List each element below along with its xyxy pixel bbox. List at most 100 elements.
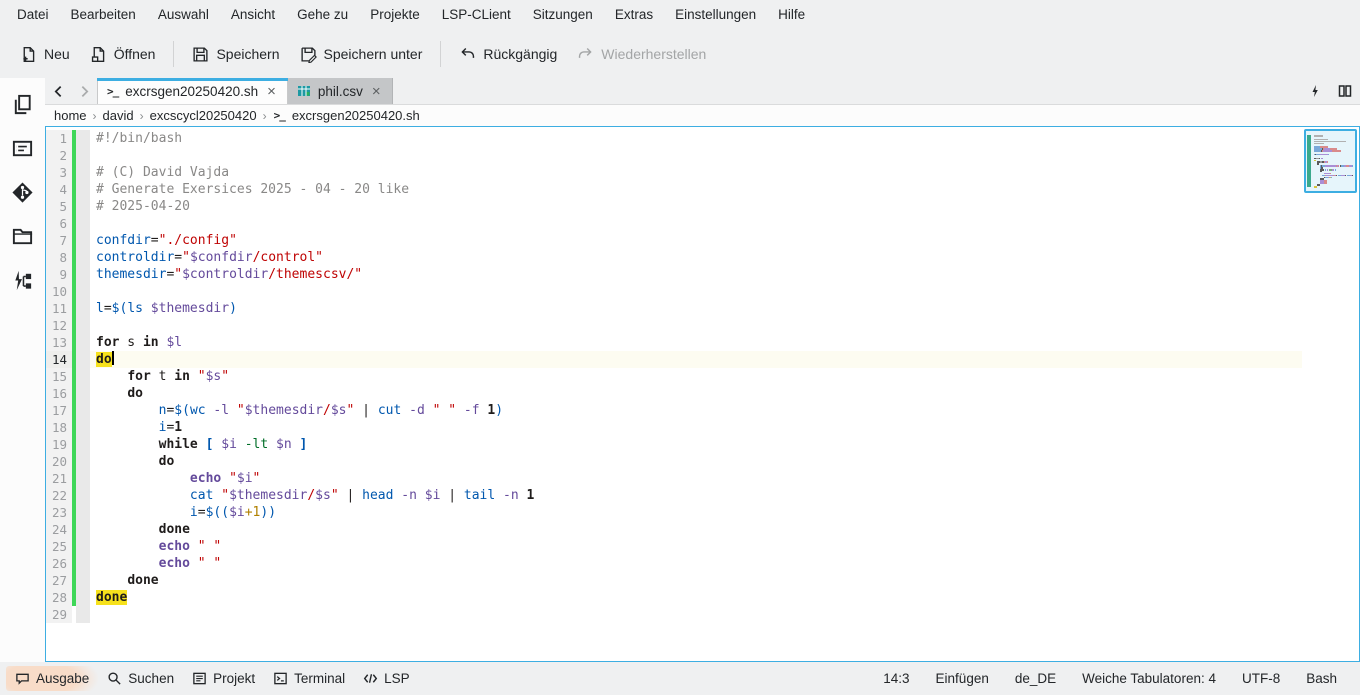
chevron-left-icon (52, 85, 65, 98)
line-number: 6 (46, 215, 72, 232)
line-number: 23 (46, 504, 72, 521)
minimap-modified-bar (1307, 135, 1311, 187)
new-button[interactable]: Neu (10, 40, 80, 69)
status-tab-mode[interactable]: Weiche Tabulatoren: 4 (1069, 671, 1229, 686)
status-cursor-position[interactable]: 14:3 (870, 671, 922, 686)
menu-item-hilfe[interactable]: Hilfe (767, 0, 816, 30)
status-insert-mode[interactable]: Einfügen (923, 671, 1002, 686)
symbols-icon (11, 269, 34, 292)
code-text: for t in "$s" (90, 368, 1302, 385)
tool-button-projekt[interactable]: Projekt (183, 666, 264, 691)
code-line: 29 (46, 606, 1302, 623)
breadcrumb-item-excscycl20250420[interactable]: excscycl20250420 (145, 108, 262, 123)
code-text: i=1 (90, 419, 1302, 436)
menu-item-einstellungen[interactable]: Einstellungen (664, 0, 767, 30)
git-sidebar-button[interactable] (6, 175, 40, 209)
tool-button-lsp[interactable]: LSP (354, 666, 419, 691)
line-number: 26 (46, 555, 72, 572)
menu-item-lsp-client[interactable]: LSP-CLient (431, 0, 522, 30)
toolbar-separator (440, 41, 441, 67)
code-text: done (90, 521, 1302, 538)
tool-button-ausgabe[interactable]: Ausgabe (6, 666, 98, 691)
symbols-sidebar-button[interactable] (6, 263, 40, 297)
code-area[interactable]: 1#!/bin/bash23# (C) David Vajda4# Genera… (46, 127, 1302, 661)
breadcrumb-item-home[interactable]: home (49, 108, 92, 123)
fold-column (76, 504, 90, 521)
quick-open-button[interactable] (1300, 78, 1330, 104)
tab-close-icon[interactable]: × (370, 84, 383, 99)
line-number: 3 (46, 164, 72, 181)
minimap-scrollbar[interactable] (1302, 127, 1359, 661)
line-number: 13 (46, 334, 72, 351)
file-list-sidebar-button[interactable] (6, 131, 40, 165)
filesystem-sidebar-button[interactable] (6, 219, 40, 253)
code-text: # Generate Exersices 2025 - 04 - 20 like (90, 181, 1302, 198)
code-line: 25 echo " " (46, 538, 1302, 555)
fold-column (76, 266, 90, 283)
split-view-icon (1338, 84, 1352, 98)
history-forward-button[interactable] (71, 78, 97, 104)
editor-view[interactable]: 1#!/bin/bash23# (C) David Vajda4# Genera… (45, 126, 1360, 662)
fold-column (76, 402, 90, 419)
menu-bar: DateiBearbeitenAuswahlAnsichtGehe zuProj… (0, 0, 1360, 30)
status-encoding[interactable]: UTF-8 (1229, 671, 1293, 686)
code-text: controldir="$confdir/control" (90, 249, 1302, 266)
lightning-icon (1308, 84, 1322, 98)
line-number: 18 (46, 419, 72, 436)
code-text (90, 283, 1302, 300)
fold-column (76, 436, 90, 453)
tab-label: excrsgen20250420.sh (125, 84, 258, 99)
save-button-label: Speichern (216, 46, 279, 62)
menu-item-datei[interactable]: Datei (6, 0, 60, 30)
tab-bar: >_excrsgen20250420.sh×phil.csv× (45, 78, 1360, 105)
line-number: 22 (46, 487, 72, 504)
fold-column (76, 419, 90, 436)
line-number: 4 (46, 181, 72, 198)
menu-item-extras[interactable]: Extras (604, 0, 664, 30)
history-back-button[interactable] (45, 78, 71, 104)
fold-column (76, 232, 90, 249)
save-button[interactable]: Speichern (182, 40, 289, 69)
fold-column (76, 487, 90, 504)
split-view-button[interactable] (1330, 78, 1360, 104)
menu-item-bearbeiten[interactable]: Bearbeiten (60, 0, 147, 30)
save-as-button[interactable]: Speichern unter (290, 40, 433, 69)
menu-item-ansicht[interactable]: Ansicht (220, 0, 286, 30)
menu-item-gehe-zu[interactable]: Gehe zu (286, 0, 359, 30)
fold-column (76, 606, 90, 623)
menu-item-sitzungen[interactable]: Sitzungen (522, 0, 604, 30)
documents-sidebar-button[interactable] (6, 87, 40, 121)
code-line: 10 (46, 283, 1302, 300)
code-line: 24 done (46, 521, 1302, 538)
tool-button-terminal[interactable]: Terminal (264, 666, 354, 691)
new-button-label: Neu (44, 46, 70, 62)
code-text (90, 317, 1302, 334)
undo-icon (459, 46, 476, 63)
open-button-label: Öffnen (114, 46, 156, 62)
menu-item-projekte[interactable]: Projekte (359, 0, 431, 30)
toolbar-separator (173, 41, 174, 67)
code-line: 22 cat "$themesdir/$s" | head -n $i | ta… (46, 487, 1302, 504)
file-list-icon (11, 137, 34, 160)
code-line: 18 i=1 (46, 419, 1302, 436)
open-button[interactable]: Öffnen (80, 40, 166, 69)
status-syntax-mode[interactable]: Bash (1293, 671, 1350, 686)
save-icon (192, 46, 209, 63)
menu-item-auswahl[interactable]: Auswahl (147, 0, 220, 30)
tab-excrsgen20250420.sh[interactable]: >_excrsgen20250420.sh× (97, 78, 288, 104)
breadcrumb-item-file[interactable]: excrsgen20250420.sh (287, 108, 425, 123)
tool-button-label: LSP (384, 671, 410, 686)
undo-button[interactable]: Rückgängig (449, 40, 567, 69)
status-bar: AusgabeSuchenProjektTerminal LSP 14:3Einf… (0, 662, 1360, 695)
tool-button-suchen[interactable]: Suchen (98, 666, 183, 691)
code-line: 4 # Generate Exersices 2025 - 04 - 20 lik… (46, 181, 1302, 198)
line-number: 15 (46, 368, 72, 385)
code-text: #!/bin/bash (90, 130, 1302, 147)
breadcrumb-item-david[interactable]: david (98, 108, 139, 123)
folder-icon (11, 225, 34, 248)
code-line: 14do (46, 351, 1302, 368)
line-number: 14 (46, 351, 72, 368)
tab-close-icon[interactable]: × (265, 84, 278, 99)
status-dictionary[interactable]: de_DE (1002, 671, 1069, 686)
tab-phil.csv[interactable]: phil.csv× (288, 78, 393, 104)
